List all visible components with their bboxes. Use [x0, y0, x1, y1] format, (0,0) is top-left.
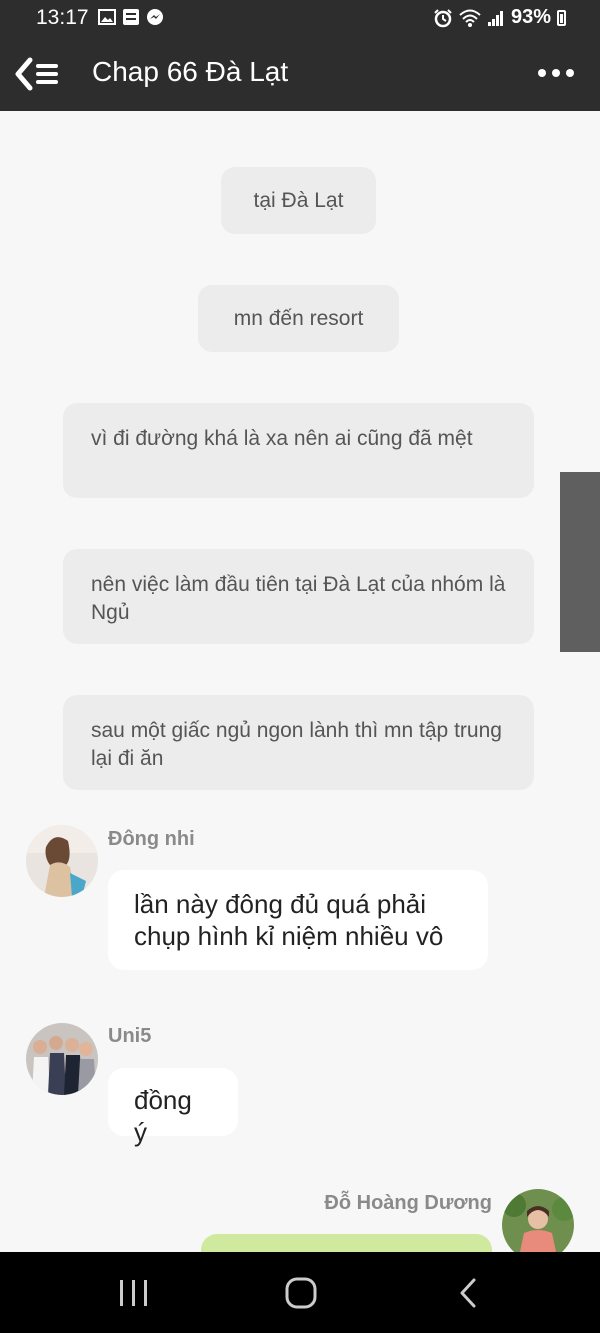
avatar-photo	[502, 1189, 574, 1252]
battery-icon	[557, 9, 566, 26]
messenger-icon	[147, 9, 163, 25]
back-icon[interactable]	[458, 1278, 480, 1308]
narration-bubble: sau một giấc ngủ ngon lành thì mn tập tr…	[63, 695, 534, 790]
scrollbar-thumb[interactable]	[560, 472, 600, 652]
baomoi-icon	[123, 9, 139, 25]
back-menu-icon[interactable]	[14, 54, 62, 94]
sender-name: Đỗ Hoàng Dương	[324, 1192, 492, 1214]
wifi-icon	[459, 9, 481, 27]
system-nav-bar	[0, 1252, 600, 1333]
signal-icon	[487, 10, 503, 26]
avatar[interactable]	[502, 1189, 574, 1252]
message-bubble[interactable]: đồng ý	[108, 1068, 238, 1147]
avatar[interactable]	[26, 825, 98, 897]
battery-percent: 93%	[510, 6, 551, 28]
narration-bubble: tại Đà Lạt	[221, 167, 376, 234]
page-title: Chap 66 Đà Lạt	[92, 56, 289, 87]
narration-bubble: vì đi đường khá là xa nên ai cũng đã mệt	[63, 403, 534, 498]
avatar[interactable]	[26, 1023, 98, 1095]
sender-name: Đông nhi	[108, 828, 195, 850]
status-time: 13:17	[36, 6, 89, 29]
alarm-icon	[434, 8, 452, 27]
narration-bubble: mn đến resort	[198, 285, 399, 352]
more-options-icon[interactable]	[536, 58, 576, 88]
home-icon[interactable]	[284, 1276, 318, 1310]
recent-apps-icon[interactable]	[118, 1278, 150, 1308]
gallery-icon	[98, 9, 116, 25]
chat-content[interactable]: tại Đà Lạt mn đến resort vì đi đường khá…	[0, 111, 600, 1252]
status-bar: 13:17 93%	[0, 0, 600, 36]
avatar-photo	[26, 1023, 98, 1095]
avatar-photo	[26, 825, 98, 897]
sender-name: Uni5	[108, 1025, 152, 1047]
narration-bubble: nên việc làm đầu tiên tại Đà Lạt của nhó…	[63, 549, 534, 644]
message-bubble-outgoing[interactable]	[201, 1234, 492, 1252]
message-bubble[interactable]: lần này đông đủ quá phải chụp hình kỉ ni…	[108, 870, 488, 970]
app-bar: Chap 66 Đà Lạt	[0, 36, 600, 111]
